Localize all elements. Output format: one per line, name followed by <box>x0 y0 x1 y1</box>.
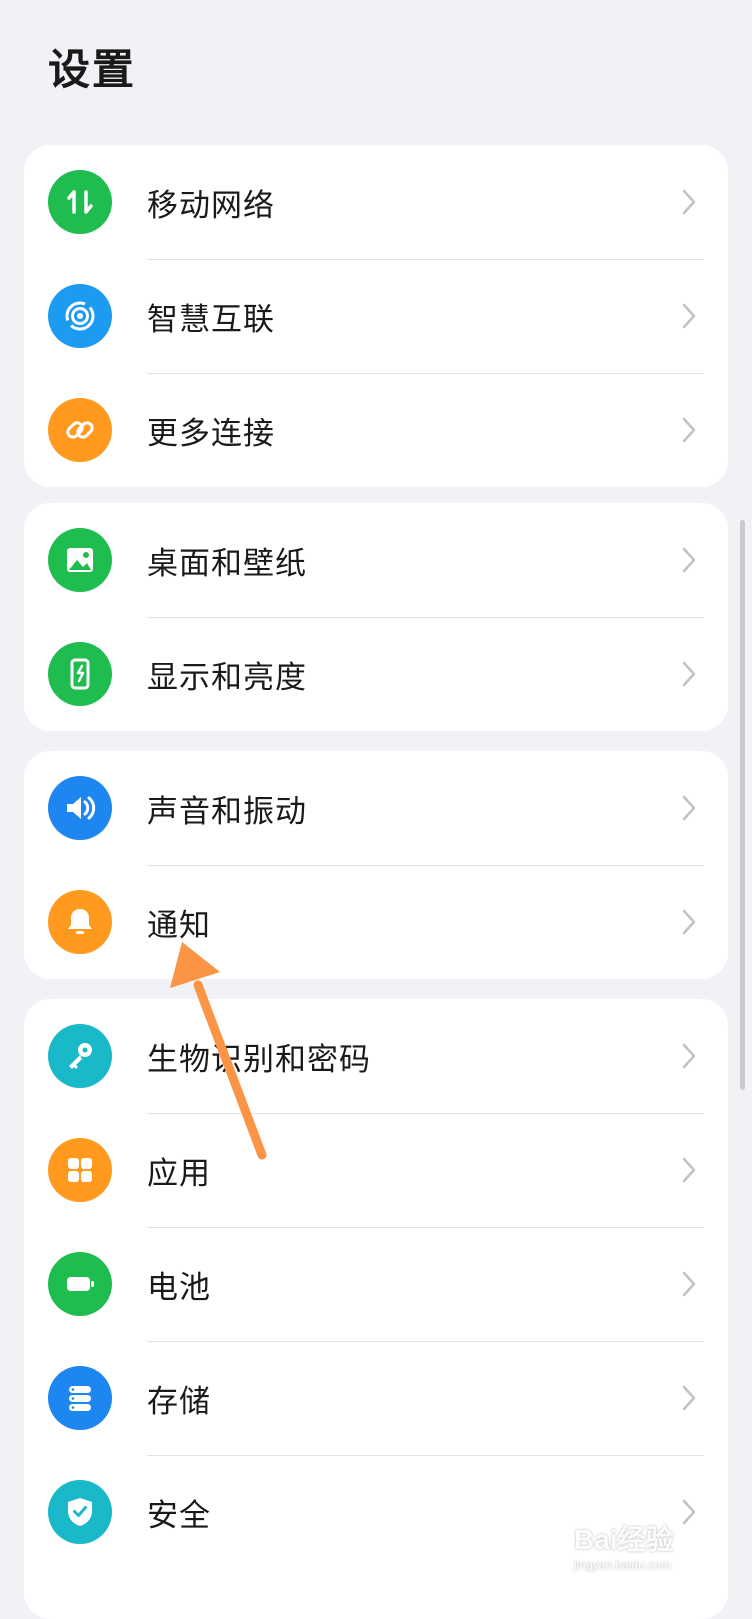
page-title: 设置 <box>48 45 137 94</box>
chevron-right-icon <box>682 417 696 443</box>
settings-item-wallpaper[interactable]: 桌面和壁纸 <box>24 503 728 617</box>
mobile-data-icon <box>48 170 112 234</box>
settings-item-label: 更多连接 <box>147 415 275 452</box>
bell-icon <box>48 890 112 954</box>
settings-item-label: 应用 <box>147 1155 211 1192</box>
speaker-icon <box>48 776 112 840</box>
settings-group-sound-notify: 声音和振动 通知 <box>24 751 728 979</box>
battery-icon <box>48 1252 112 1316</box>
settings-item-label: 声音和振动 <box>147 793 307 830</box>
settings-item-label: 安全 <box>147 1497 211 1534</box>
wallpaper-icon <box>48 528 112 592</box>
chevron-right-icon <box>682 1385 696 1411</box>
watermark-main: Bai经验 <box>574 1524 674 1555</box>
settings-item-mobile-network[interactable]: 移动网络 <box>24 145 728 259</box>
chevron-right-icon <box>682 909 696 935</box>
settings-item-label: 显示和亮度 <box>147 659 307 696</box>
settings-item-smart-connect[interactable]: 智慧互联 <box>24 259 728 373</box>
chevron-right-icon <box>682 1157 696 1183</box>
settings-group-display: 桌面和壁纸 显示和亮度 <box>24 503 728 731</box>
settings-item-biometrics-password[interactable]: 生物识别和密码 <box>24 999 728 1113</box>
settings-item-label: 桌面和壁纸 <box>147 545 307 582</box>
settings-item-label: 移动网络 <box>147 187 275 224</box>
settings-item-label: 电池 <box>147 1269 211 1306</box>
chevron-right-icon <box>682 1271 696 1297</box>
display-brightness-icon <box>48 642 112 706</box>
chevron-right-icon <box>682 661 696 687</box>
settings-item-label: 智慧互联 <box>147 301 275 338</box>
smart-connect-icon <box>48 284 112 348</box>
watermark-sub: jingyan.baidu.com <box>574 1558 671 1572</box>
settings-item-label: 生物识别和密码 <box>147 1041 371 1078</box>
settings-item-label: 通知 <box>147 907 211 944</box>
key-icon <box>48 1024 112 1088</box>
settings-item-sound-vibration[interactable]: 声音和振动 <box>24 751 728 865</box>
shield-check-icon <box>48 1480 112 1544</box>
settings-item-apps[interactable]: 应用 <box>24 1113 728 1227</box>
watermark-logo: Bai经验 jingyan.baidu.com <box>574 1518 724 1572</box>
settings-item-battery[interactable]: 电池 <box>24 1227 728 1341</box>
chevron-right-icon <box>682 795 696 821</box>
settings-item-display-brightness[interactable]: 显示和亮度 <box>24 617 728 731</box>
storage-icon <box>48 1366 112 1430</box>
settings-item-label: 存储 <box>147 1383 211 1420</box>
settings-group-connectivity: 移动网络 智慧互联 更多连接 <box>24 145 728 487</box>
apps-grid-icon <box>48 1138 112 1202</box>
chevron-right-icon <box>682 189 696 215</box>
settings-item-storage[interactable]: 存储 <box>24 1341 728 1455</box>
settings-item-notifications[interactable]: 通知 <box>24 865 728 979</box>
chevron-right-icon <box>682 303 696 329</box>
chevron-right-icon <box>682 547 696 573</box>
chevron-right-icon <box>682 1043 696 1069</box>
scrollbar[interactable] <box>740 520 745 1090</box>
link-icon <box>48 398 112 462</box>
settings-item-more-connections[interactable]: 更多连接 <box>24 373 728 487</box>
